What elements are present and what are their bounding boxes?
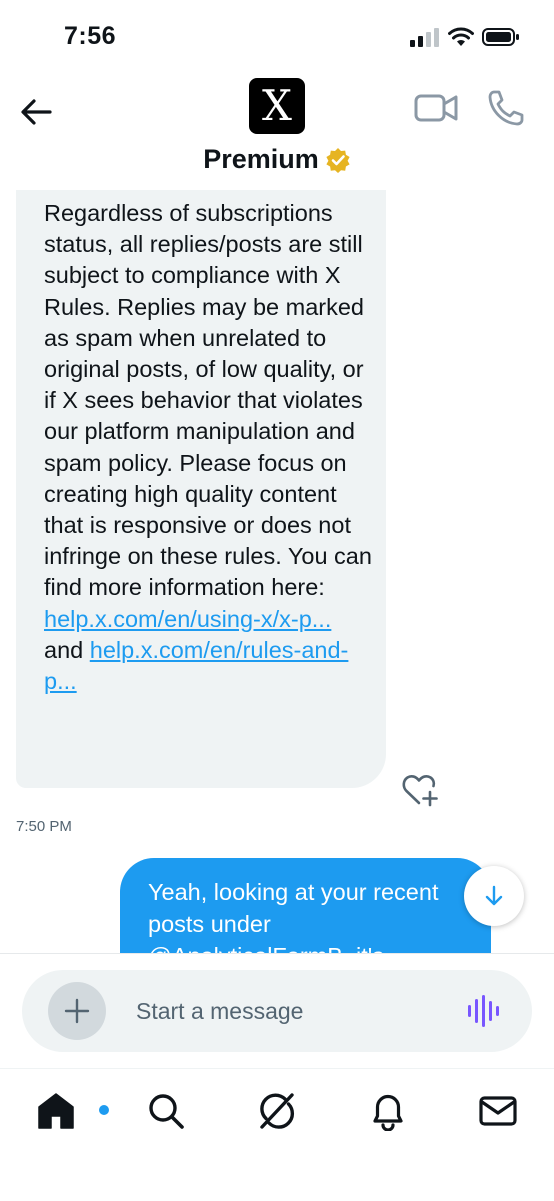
grok-icon: [260, 1093, 294, 1129]
mail-icon: [479, 1096, 517, 1126]
tab-search[interactable]: [144, 1089, 188, 1133]
message-timestamp: 7:50 PM: [16, 818, 72, 835]
home-notification-dot: [98, 1104, 110, 1116]
bell-icon: [373, 1094, 403, 1131]
cellular-signal-icon: [410, 28, 439, 47]
tab-grok[interactable]: [254, 1089, 298, 1133]
status-icons: [410, 24, 520, 50]
scroll-to-bottom-button[interactable]: [464, 866, 524, 926]
tab-messages[interactable]: [476, 1089, 520, 1133]
link-connector: and: [44, 636, 84, 663]
incoming-message-body: Regardless of subscriptions status, all …: [44, 200, 372, 601]
add-attachment-button[interactable]: [48, 982, 106, 1040]
phone-call-button[interactable]: [486, 88, 526, 128]
home-icon: [38, 1093, 74, 1129]
avatar[interactable]: X: [249, 78, 305, 134]
message-input[interactable]: [136, 992, 436, 1030]
video-call-button[interactable]: [414, 90, 458, 126]
page-title: Premium: [203, 144, 319, 174]
tab-home[interactable]: [34, 1089, 110, 1133]
avatar-x-logo: X: [262, 81, 292, 130]
back-button[interactable]: [16, 92, 56, 132]
react-heart-button[interactable]: [402, 772, 440, 808]
status-time: 7:56: [64, 22, 117, 50]
outgoing-message-text: Yeah, looking at your recent posts under…: [148, 879, 439, 953]
composer-area: [0, 953, 554, 1068]
conversation-title: Premium: [0, 144, 554, 175]
tab-notifications[interactable]: [366, 1089, 410, 1133]
voice-message-button[interactable]: [466, 994, 502, 1028]
search-icon: [149, 1094, 184, 1129]
message-composer: [22, 970, 532, 1052]
help-link-rules[interactable]: help.x.com/en/rules-and-p...: [44, 637, 348, 694]
status-bar: 7:56: [0, 0, 554, 70]
bottom-tab-bar: [0, 1068, 554, 1201]
conversation-header: X Premium: [0, 70, 554, 190]
verified-badge-icon: [326, 147, 350, 173]
help-link-using-x[interactable]: help.x.com/en/using-x/x-p...: [44, 606, 331, 632]
message-list[interactable]: Regardless of subscriptions status, all …: [0, 190, 554, 953]
arrow-down-icon: [485, 885, 503, 906]
back-arrow-icon: [21, 99, 52, 125]
wifi-icon: [448, 27, 474, 46]
plus-icon: [64, 998, 90, 1024]
battery-icon: [482, 28, 519, 46]
incoming-message-text: Regardless of subscriptions status, all …: [44, 198, 374, 697]
